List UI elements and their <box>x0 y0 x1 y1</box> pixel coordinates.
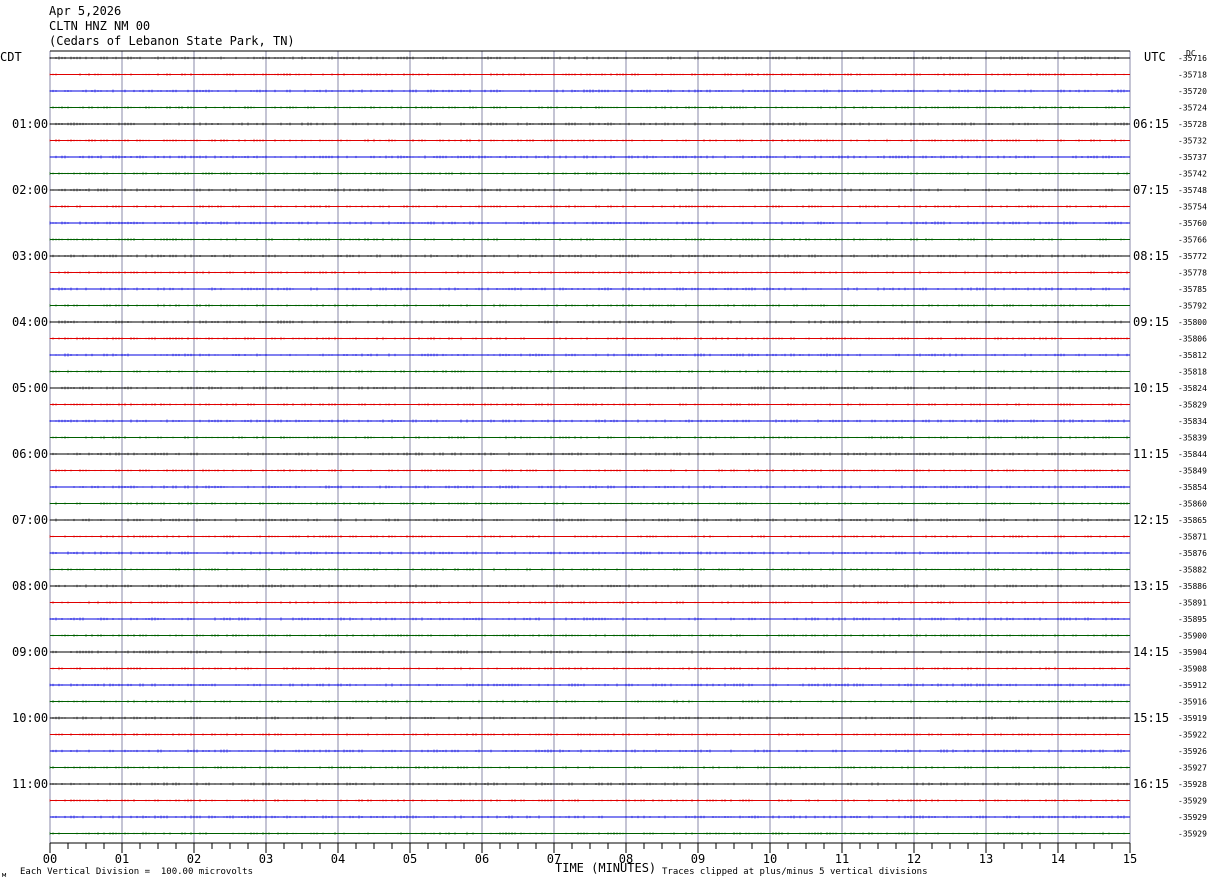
hour-label-cdt: 09:00 <box>12 645 48 659</box>
hour-label-utc: 06:15 <box>1133 117 1169 131</box>
dc-offset-label: -35871 <box>1178 533 1207 542</box>
dc-offset-label: -35778 <box>1178 269 1207 278</box>
dc-label: DC <box>1186 49 1196 58</box>
right-axis-label: UTC <box>1144 50 1166 64</box>
clipping-note: Traces clipped at plus/minus 5 vertical … <box>662 867 928 877</box>
hour-label-cdt: 08:00 <box>12 579 48 593</box>
dc-offset-label: -35882 <box>1178 566 1207 575</box>
x-tick-label: 11 <box>835 852 849 866</box>
dc-offset-label: -35766 <box>1178 236 1207 245</box>
x-tick-label: 13 <box>979 852 993 866</box>
hour-label-cdt: 05:00 <box>12 381 48 395</box>
x-tick-label: 04 <box>331 852 345 866</box>
hour-label-utc: 14:15 <box>1133 645 1169 659</box>
hour-label-cdt: 04:00 <box>12 315 48 329</box>
dc-offset-label: -35876 <box>1178 549 1207 558</box>
x-tick-label: 05 <box>403 852 417 866</box>
dc-offset-label: -35785 <box>1178 285 1207 294</box>
dc-offset-label: -35926 <box>1178 747 1207 756</box>
hour-label-cdt: 06:00 <box>12 447 48 461</box>
dc-offset-label: -35860 <box>1178 500 1207 509</box>
dc-offset-label: -35895 <box>1178 615 1207 624</box>
seismogram-plot: -35716-35718-35720-35724-35728-35732-357… <box>0 49 1207 866</box>
hour-label-utc: 09:15 <box>1133 315 1169 329</box>
corner-mark: м <box>2 871 7 879</box>
dc-offset-label: -35929 <box>1178 813 1207 822</box>
dc-offset-label: -35748 <box>1178 186 1207 195</box>
x-tick-label: 02 <box>187 852 201 866</box>
dc-offset-label: -35929 <box>1178 830 1207 839</box>
dc-offset-label: -35916 <box>1178 698 1207 707</box>
dc-offset-label: -35886 <box>1178 582 1207 591</box>
hour-label-utc: 08:15 <box>1133 249 1169 263</box>
dc-offset-label: -35849 <box>1178 467 1207 476</box>
hour-label-cdt: 11:00 <box>12 777 48 791</box>
dc-offset-label: -35844 <box>1178 450 1207 459</box>
dc-offset-label: -35754 <box>1178 203 1207 212</box>
dc-offset-label: -35806 <box>1178 335 1207 344</box>
hour-label-cdt: 03:00 <box>12 249 48 263</box>
hour-label-utc: 12:15 <box>1133 513 1169 527</box>
x-tick-label: 14 <box>1051 852 1065 866</box>
dc-offset-label: -35929 <box>1178 797 1207 806</box>
dc-offset-label: -35834 <box>1178 417 1207 426</box>
dc-offset-label: -35927 <box>1178 764 1207 773</box>
x-tick-label: 15 <box>1123 852 1137 866</box>
hour-label-cdt: 10:00 <box>12 711 48 725</box>
x-tick-label: 03 <box>259 852 273 866</box>
dc-offset-label: -35818 <box>1178 368 1207 377</box>
dc-offset-label: -35724 <box>1178 104 1207 113</box>
x-tick-label: 01 <box>115 852 129 866</box>
hour-label-utc: 10:15 <box>1133 381 1169 395</box>
dc-offset-label: -35760 <box>1178 219 1207 228</box>
x-axis-label: TIME (MINUTES) <box>555 861 657 875</box>
dc-offset-label: -35812 <box>1178 351 1207 360</box>
hour-label-cdt: 07:00 <box>12 513 48 527</box>
dc-offset-label: -35829 <box>1178 401 1207 410</box>
dc-offset-label: -35865 <box>1178 516 1207 525</box>
dc-offset-label: -35728 <box>1178 120 1207 129</box>
hour-label-utc: 15:15 <box>1133 711 1169 725</box>
vertical-division-note: Each Vertical Division = 100.00 microvol… <box>20 867 253 877</box>
dc-offset-label: -35772 <box>1178 252 1207 261</box>
dc-offset-label: -35742 <box>1178 170 1207 179</box>
x-tick-label: 12 <box>907 852 921 866</box>
dc-offset-label: -35732 <box>1178 137 1207 146</box>
dc-offset-label: -35904 <box>1178 648 1207 657</box>
dc-offset-label: -35718 <box>1178 71 1207 80</box>
dc-offset-label: -35919 <box>1178 714 1207 723</box>
hour-label-cdt: 01:00 <box>12 117 48 131</box>
dc-offset-label: -35900 <box>1178 632 1207 641</box>
hour-label-utc: 07:15 <box>1133 183 1169 197</box>
dc-offset-label: -35737 <box>1178 153 1207 162</box>
hour-label-utc: 11:15 <box>1133 447 1169 461</box>
dc-offset-label: -35792 <box>1178 302 1207 311</box>
dc-offset-label: -35891 <box>1178 599 1207 608</box>
dc-offset-label: -35928 <box>1178 780 1207 789</box>
x-tick-label: 00 <box>43 852 57 866</box>
hour-label-cdt: 02:00 <box>12 183 48 197</box>
x-tick-label: 06 <box>475 852 489 866</box>
dc-offset-label: -35912 <box>1178 681 1207 690</box>
dc-offset-label: -35800 <box>1178 318 1207 327</box>
dc-offset-label: -35839 <box>1178 434 1207 443</box>
dc-offset-label: -35908 <box>1178 665 1207 674</box>
hour-label-utc: 16:15 <box>1133 777 1169 791</box>
x-tick-label: 10 <box>763 852 777 866</box>
dc-offset-label: -35720 <box>1178 87 1207 96</box>
dc-offset-label: -35824 <box>1178 384 1207 393</box>
left-axis-label: CDT <box>0 50 22 64</box>
x-tick-label: 09 <box>691 852 705 866</box>
dc-offset-label: -35854 <box>1178 483 1207 492</box>
hour-label-utc: 13:15 <box>1133 579 1169 593</box>
dc-offset-label: -35922 <box>1178 731 1207 740</box>
